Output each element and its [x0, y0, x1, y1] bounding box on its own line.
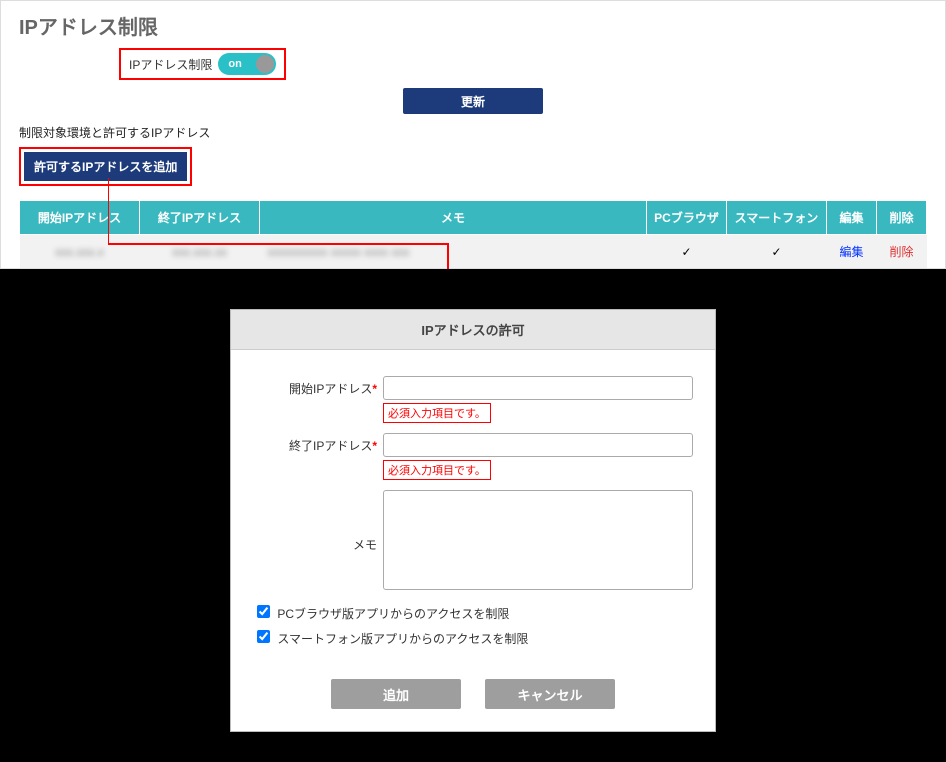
pc-restrict-checkbox[interactable] [257, 605, 270, 618]
toggle-label: IPアドレス制限 [129, 56, 212, 73]
toggle-knob-icon [256, 55, 274, 73]
page-title: IPアドレス制限 [19, 11, 927, 40]
add-ip-button[interactable]: 許可するIPアドレスを追加 [24, 152, 187, 181]
dialog-add-button[interactable]: 追加 [331, 679, 461, 709]
toggle-state-text: on [228, 58, 241, 70]
cell-start: xxx.xxx.x [55, 245, 104, 259]
sp-restrict-checkbox[interactable] [257, 630, 270, 643]
table-row: xxx.xxx.x xxx.xxx.xx xxxxxxxxxx xxxxx xx… [20, 235, 927, 269]
memo-textarea[interactable] [383, 490, 693, 590]
start-ip-error: 必須入力項目です。 [383, 403, 491, 423]
th-start: 開始IPアドレス [20, 201, 140, 235]
update-button[interactable]: 更新 [403, 88, 543, 114]
dialog-backdrop: IPアドレスの許可 開始IPアドレス* 必須入力項目です。 終了IPアドレス* [0, 269, 946, 762]
sp-restrict-label: スマートフォン版アプリからのアクセスを制限 [277, 632, 528, 646]
th-edit: 編集 [827, 201, 877, 235]
ip-allow-dialog: IPアドレスの許可 開始IPアドレス* 必須入力項目です。 終了IPアドレス* [230, 309, 716, 732]
start-ip-label: 開始IPアドレス [289, 382, 372, 396]
section-label: 制限対象環境と許可するIPアドレス [19, 124, 927, 141]
ip-restriction-toggle[interactable]: on [218, 53, 276, 75]
start-ip-input[interactable] [383, 376, 693, 400]
th-sp: スマートフォン [727, 201, 827, 235]
edit-link[interactable]: 編集 [839, 245, 863, 259]
ip-table: 開始IPアドレス 終了IPアドレス メモ PCブラウザ スマートフォン 編集 削… [19, 200, 927, 268]
check-icon: ✓ [681, 245, 691, 259]
cell-end: xxx.xxx.xx [172, 245, 227, 259]
add-button-highlight: 許可するIPアドレスを追加 [19, 147, 192, 186]
th-del: 削除 [877, 201, 927, 235]
toggle-highlight: IPアドレス制限 on [119, 48, 286, 80]
ip-restriction-panel: IPアドレス制限 IPアドレス制限 on 更新 制限対象環境と許可するIPアドレ… [0, 0, 946, 269]
end-ip-input[interactable] [383, 433, 693, 457]
dialog-cancel-button[interactable]: キャンセル [485, 679, 615, 709]
check-icon: ✓ [771, 245, 781, 259]
cell-memo: xxxxxxxxxx xxxxx xxxx xxx [268, 245, 410, 259]
end-ip-label: 終了IPアドレス [289, 439, 372, 453]
pc-restrict-label: PCブラウザ版アプリからのアクセスを制限 [277, 607, 509, 621]
required-mark: * [372, 439, 377, 453]
th-end: 終了IPアドレス [140, 201, 260, 235]
th-memo: メモ [260, 201, 647, 235]
end-ip-error: 必須入力項目です。 [383, 460, 491, 480]
required-mark: * [372, 382, 377, 396]
memo-label: メモ [353, 538, 377, 552]
dialog-title: IPアドレスの許可 [231, 310, 715, 350]
th-pc: PCブラウザ [647, 201, 727, 235]
delete-link[interactable]: 削除 [889, 245, 913, 259]
